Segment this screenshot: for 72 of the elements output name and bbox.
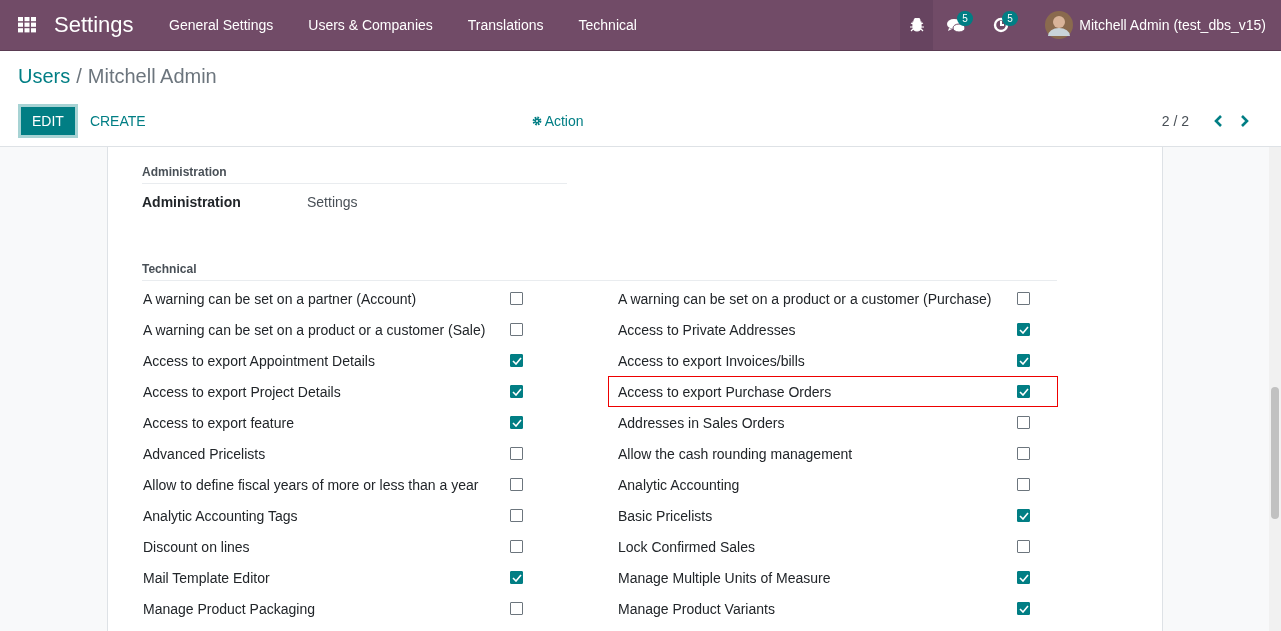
setting-label: Allow the cash rounding management xyxy=(618,445,854,462)
checkbox[interactable] xyxy=(510,323,523,336)
setting-label: Discount on lines xyxy=(143,538,251,555)
setting-label: Access to export Appointment Details xyxy=(143,352,376,369)
field-value: Settings xyxy=(307,194,358,210)
user-menu[interactable]: Mitchell Admin (test_dbs_v15) xyxy=(1079,17,1266,33)
setting-label: Access to export Purchase Orders xyxy=(618,383,833,400)
setting-label: Access to export Invoices/bills xyxy=(618,352,806,369)
debug-button[interactable] xyxy=(900,0,934,50)
checkbox[interactable] xyxy=(1017,447,1030,460)
checkbox[interactable] xyxy=(510,602,523,615)
breadcrumb-link[interactable]: Users xyxy=(18,65,71,87)
scrollbar-thumb[interactable] xyxy=(1271,387,1279,519)
setting-label: A warning can be set on a partner (Account) xyxy=(143,290,418,307)
count-badge: 5 xyxy=(957,11,973,26)
setting-label: Analytic Accounting xyxy=(618,476,741,493)
field-label: Administration xyxy=(142,194,242,210)
setting-label: Manage Multiple Units of Measure xyxy=(618,569,832,586)
checkbox[interactable] xyxy=(1017,416,1030,429)
section-heading: Technical xyxy=(142,262,1057,281)
menu-item[interactable]: General Settings xyxy=(151,17,291,33)
breadcrumb-current: Mitchell Admin xyxy=(87,65,217,87)
menu-item[interactable]: Technical xyxy=(561,17,655,33)
setting-label: A warning can be set on a product or a customer (Purchase) xyxy=(618,290,993,307)
action-button[interactable]: Action xyxy=(519,106,596,135)
checkbox[interactable] xyxy=(1017,602,1030,615)
checkbox[interactable] xyxy=(510,540,523,553)
app-title[interactable]: Settings xyxy=(54,12,134,38)
checkbox[interactable] xyxy=(1017,540,1030,553)
setting-label: Basic Pricelists xyxy=(618,507,714,524)
checkbox[interactable] xyxy=(1017,323,1030,336)
setting-label: Allow to define fiscal years of more or less than a year xyxy=(143,476,480,493)
setting-label: Access to Private Addresses xyxy=(618,321,797,338)
clock-icon xyxy=(992,17,1009,33)
setting-label: Access to export Project Details xyxy=(143,383,342,400)
setting-label: Lock Confirmed Sales xyxy=(618,538,756,555)
checkbox[interactable] xyxy=(1017,509,1030,522)
checkbox[interactable] xyxy=(510,447,523,460)
section-heading: Administration xyxy=(142,165,567,184)
setting-label: Manage Product Packaging xyxy=(143,600,316,617)
checkbox[interactable] xyxy=(1017,354,1030,367)
menu-item[interactable]: Translations xyxy=(450,17,562,33)
checkbox[interactable] xyxy=(1017,292,1030,305)
breadcrumb-separator: / xyxy=(76,65,82,87)
avatar-icon[interactable] xyxy=(1045,11,1074,39)
setting-label: Access to export feature xyxy=(143,414,295,431)
edit-button[interactable]: EDIT xyxy=(18,103,78,138)
pager-value: 2 / 2 xyxy=(1161,112,1189,129)
gear-icon xyxy=(531,115,542,126)
setting-label: Addresses in Sales Orders xyxy=(618,414,786,431)
checkbox[interactable] xyxy=(510,385,523,398)
checkbox[interactable] xyxy=(510,354,523,367)
menu-item[interactable]: Users & Companies xyxy=(290,17,451,33)
checkbox[interactable] xyxy=(1017,571,1030,584)
checkbox[interactable] xyxy=(510,416,523,429)
checkbox[interactable] xyxy=(510,478,523,491)
setting-label: A warning can be set on a product or a customer (Sale) xyxy=(143,321,487,338)
checkbox[interactable] xyxy=(510,292,523,305)
activities-button[interactable]: 5 xyxy=(978,0,1024,50)
checkbox[interactable] xyxy=(1017,478,1030,491)
setting-label: Mail Template Editor xyxy=(143,569,271,586)
checkbox[interactable] xyxy=(510,571,523,584)
setting-label: Advanced Pricelists xyxy=(143,445,267,462)
messages-button[interactable]: 5 xyxy=(933,0,979,50)
checkbox[interactable] xyxy=(510,509,523,522)
count-badge: 5 xyxy=(1002,11,1018,26)
setting-label: Manage Product Variants xyxy=(618,600,776,617)
checkbox[interactable] xyxy=(1017,385,1030,398)
create-button[interactable]: CREATE xyxy=(77,106,158,135)
bug-icon xyxy=(909,17,924,33)
apps-menu-icon[interactable] xyxy=(18,17,36,33)
setting-label: Analytic Accounting Tags xyxy=(143,507,299,524)
